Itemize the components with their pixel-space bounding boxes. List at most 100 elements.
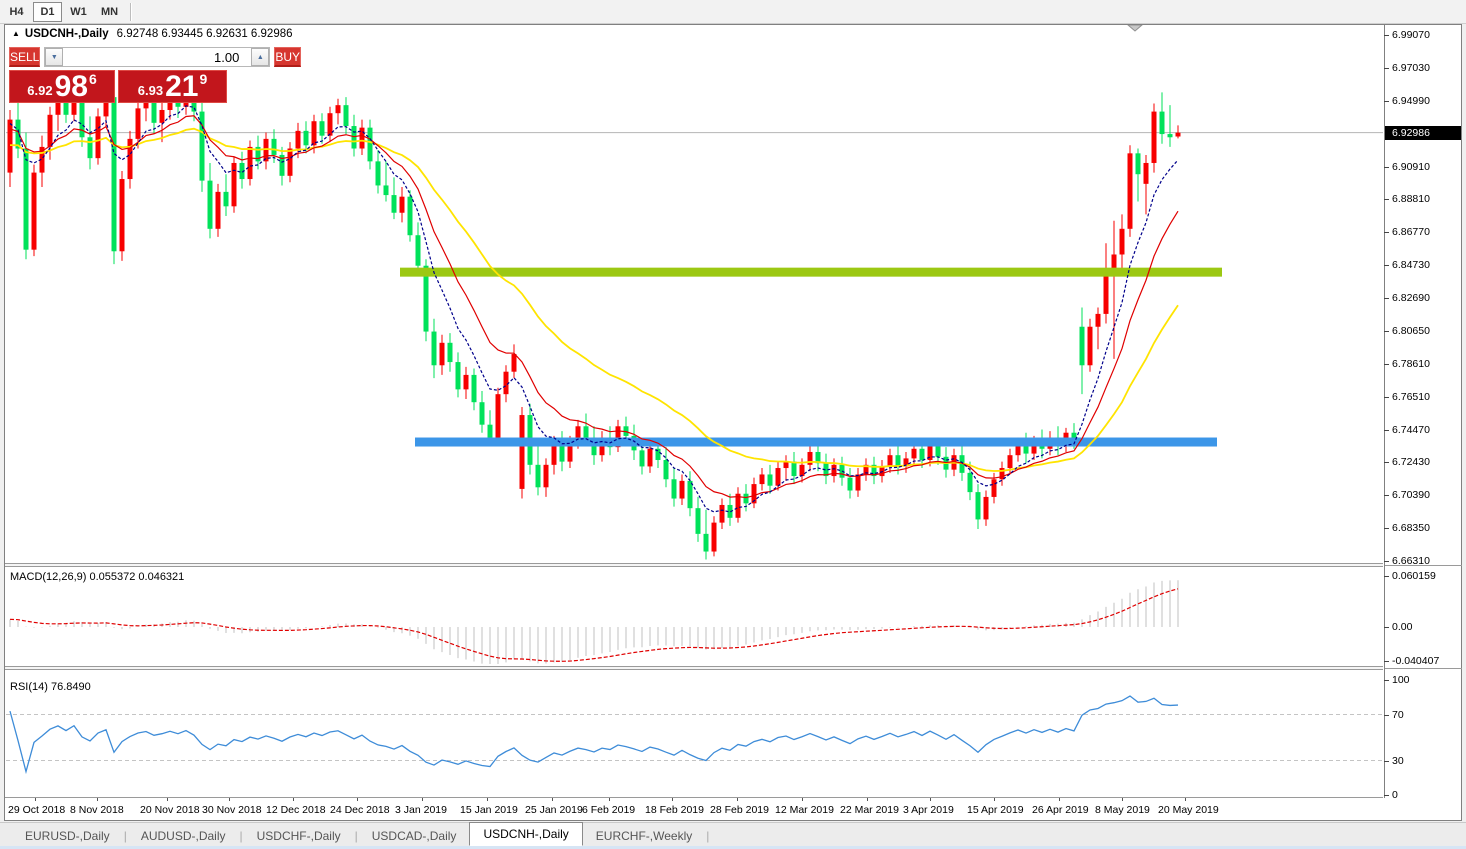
volume-input[interactable]	[63, 48, 251, 66]
price-tick-label: 6.97030	[1392, 62, 1430, 74]
price-tick-label: 6.86770	[1392, 226, 1430, 238]
date-label: 12 Mar 2019	[775, 804, 834, 816]
tab-usdcnh-daily[interactable]: USDCNH-,Daily	[469, 822, 582, 846]
date-tick	[552, 798, 553, 801]
current-price-tag: 6.92986	[1385, 126, 1461, 140]
price-tick	[1384, 561, 1389, 562]
support-line[interactable]	[415, 438, 1217, 447]
candles	[8, 75, 1181, 560]
date-label: 6 Feb 2019	[582, 804, 635, 816]
date-label: 15 Apr 2019	[967, 804, 1024, 816]
buy-price-display[interactable]: 6.93 21 9	[118, 70, 227, 103]
rsi-tick-label: 0	[1392, 789, 1398, 801]
volume-decrement-button[interactable]: ▼	[45, 48, 63, 66]
price-tick-label: 6.99070	[1392, 29, 1430, 41]
spinner-down-icon: ▼	[51, 54, 58, 61]
date-tick	[357, 798, 358, 801]
sell-button[interactable]: SELL	[9, 47, 40, 67]
rsi-tick	[1384, 680, 1389, 681]
sell-price-display[interactable]: 6.92 98 6	[9, 70, 115, 103]
price-tick-label: 6.74470	[1392, 424, 1430, 436]
price-tick	[1384, 430, 1389, 431]
volume-increment-button[interactable]: ▲	[251, 48, 269, 66]
macd-histogram	[10, 580, 1178, 664]
price-tick	[1384, 232, 1389, 233]
price-tick	[1384, 397, 1389, 398]
buy-button[interactable]: BUY	[274, 47, 301, 67]
rsi-tick	[1384, 715, 1389, 716]
chart-collapse-icon[interactable]: ▲	[12, 29, 20, 38]
tab-usdchf-daily[interactable]: USDCHF-,Daily	[244, 825, 354, 846]
tab-eurusd-daily[interactable]: EURUSD-,Daily	[12, 825, 123, 846]
price-tick-label: 6.84730	[1392, 259, 1430, 271]
date-tick	[930, 798, 931, 801]
price-tick	[1384, 331, 1389, 332]
chart-shift-marker-icon[interactable]	[1128, 25, 1142, 31]
date-label: 22 Mar 2019	[840, 804, 899, 816]
date-label: 26 Apr 2019	[1032, 804, 1089, 816]
date-label: 30 Nov 2018	[202, 804, 262, 816]
sell-price-point: 6	[89, 72, 97, 86]
date-label: 24 Dec 2018	[330, 804, 390, 816]
date-tick	[487, 798, 488, 801]
date-tick	[1122, 798, 1123, 801]
price-tick-label: 6.80650	[1392, 325, 1430, 337]
price-tick-label: 6.70390	[1392, 489, 1430, 501]
ma-slow-line	[10, 129, 1178, 471]
one-click-trade-panel: SELL ▼ ▲ BUY 6.92 98 6 6.93 21 9	[9, 47, 227, 103]
date-tick	[229, 798, 230, 801]
macd-tick-label: 0.060159	[1392, 570, 1436, 582]
panel-separator-macd[interactable]	[5, 563, 1383, 567]
rsi-tick-label: 70	[1392, 709, 1404, 721]
tab-audusd-daily[interactable]: AUDUSD-,Daily	[128, 825, 239, 846]
rsi-panel-label: RSI(14) 76.8490	[10, 681, 91, 693]
date-label: 28 Feb 2019	[710, 804, 769, 816]
buy-price-pips: 21	[165, 73, 198, 100]
price-tick-label: 6.90910	[1392, 161, 1430, 173]
tab-usdcad-daily[interactable]: USDCAD-,Daily	[359, 825, 470, 846]
rsi-tick	[1384, 795, 1389, 796]
price-tick	[1384, 528, 1389, 529]
date-tick	[737, 798, 738, 801]
panel-separator-rsi[interactable]	[5, 666, 1383, 670]
price-tick-label: 6.82690	[1392, 292, 1430, 304]
date-tick	[1059, 798, 1060, 801]
tab-eurchf-weekly[interactable]: EURCHF-,Weekly	[583, 825, 705, 846]
price-tick	[1384, 462, 1389, 463]
price-tick-label: 6.94990	[1392, 95, 1430, 107]
buy-price-point: 9	[199, 72, 207, 86]
macd-tick-label: -0.040407	[1392, 655, 1439, 667]
macd-tick	[1384, 661, 1389, 662]
chart-title: ▲ USDCNH-,Daily 6.92748 6.93445 6.92631 …	[12, 28, 293, 40]
macd-tick-label: 0.00	[1392, 621, 1412, 633]
date-label: 25 Jan 2019	[525, 804, 583, 816]
date-label: 15 Jan 2019	[460, 804, 518, 816]
price-tick-label: 6.88810	[1392, 193, 1430, 205]
date-tick	[35, 798, 36, 801]
price-tick-label: 6.72430	[1392, 456, 1430, 468]
date-label: 29 Oct 2018	[8, 804, 65, 816]
price-tick	[1384, 298, 1389, 299]
price-axis-divider	[1384, 24, 1385, 798]
date-tick	[994, 798, 995, 801]
date-label: 8 Nov 2018	[70, 804, 124, 816]
rsi-tick-label: 100	[1392, 674, 1410, 686]
date-tick	[609, 798, 610, 801]
chart-canvas[interactable]	[0, 0, 1466, 849]
price-tick-label: 6.68350	[1392, 522, 1430, 534]
spinner-up-icon: ▲	[257, 54, 264, 61]
sell-price-pips: 98	[55, 73, 88, 100]
date-label: 20 Nov 2018	[140, 804, 200, 816]
price-tick	[1384, 167, 1389, 168]
rsi-tick-label: 30	[1392, 755, 1404, 767]
price-tick	[1384, 68, 1389, 69]
resistance-line[interactable]	[400, 268, 1222, 277]
date-tick	[167, 798, 168, 801]
date-axis[interactable]: 29 Oct 2018 8 Nov 2018 20 Nov 201830 Nov 2…	[5, 798, 1383, 820]
price-tick-label: 6.78610	[1392, 358, 1430, 370]
macd-tick	[1384, 627, 1389, 628]
date-label: 3 Jan 2019	[395, 804, 447, 816]
trading-app-window: H4D1W1MN ▲ USDCNH-,Daily 6.92748 6.93445…	[0, 0, 1466, 849]
date-tick	[97, 798, 98, 801]
price-tick	[1384, 495, 1389, 496]
